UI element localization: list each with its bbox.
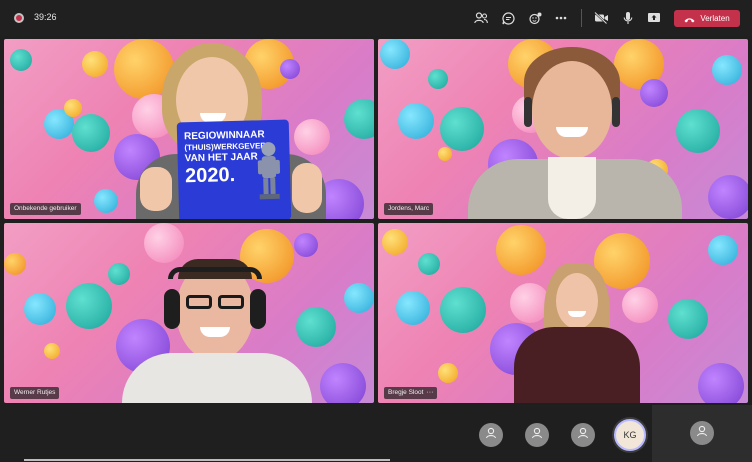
meeting-timer: 39:26 (34, 12, 57, 22)
participant-name: Bregje Sloot (388, 389, 424, 396)
people-icon[interactable] (473, 10, 489, 26)
share-icon[interactable] (646, 10, 662, 26)
participant-avatar[interactable] (571, 423, 595, 447)
trophy-icon (255, 140, 283, 201)
participant-name-tag: Jordens, Marc (384, 203, 434, 215)
meeting-toolbar: 39:26 Verlaten (0, 0, 752, 36)
participant-name-tag: Onbekende gebruiker (10, 203, 81, 215)
recording-indicator-icon (14, 13, 24, 23)
phone-icon (684, 10, 695, 28)
participant-avatar[interactable] (479, 423, 503, 447)
current-user-avatar[interactable]: KG (614, 419, 646, 451)
user-avatar-icon (484, 426, 498, 445)
chat-icon[interactable] (500, 10, 516, 26)
more-icon[interactable] (553, 10, 569, 26)
camera-off-icon[interactable] (593, 10, 609, 26)
participant-name-tag: Bregje Sloot ··· (384, 387, 438, 399)
video-tile[interactable]: Bregje Sloot ··· (378, 223, 748, 403)
video-tile[interactable]: Werner Rutjes (4, 223, 374, 403)
mic-icon[interactable] (620, 10, 636, 26)
video-tile[interactable]: Jordens, Marc (378, 39, 748, 219)
user-avatar-icon (530, 426, 544, 445)
toolbar-divider (581, 9, 582, 27)
tile-more-options-icon[interactable]: ··· (426, 389, 433, 396)
participant-avatar[interactable] (525, 423, 549, 447)
participant-name-tag: Werner Rutjes (10, 387, 60, 399)
video-tile[interactable]: REGIOWINNAAR (THUIS)WERKGEVER VAN HET JA… (4, 39, 374, 219)
horizontal-scrollbar[interactable] (24, 459, 390, 461)
reactions-icon[interactable] (527, 10, 543, 26)
user-avatar-icon (576, 426, 590, 445)
self-view-panel (652, 405, 752, 462)
user-avatar-icon (695, 424, 709, 443)
award-sign: REGIOWINNAAR (THUIS)WERKGEVER VAN HET JA… (176, 119, 292, 219)
leave-button-label: Verlaten (700, 14, 730, 23)
leave-button[interactable]: Verlaten (674, 10, 740, 27)
participant-avatar[interactable] (690, 421, 714, 445)
participant-strip: KG (0, 405, 752, 462)
